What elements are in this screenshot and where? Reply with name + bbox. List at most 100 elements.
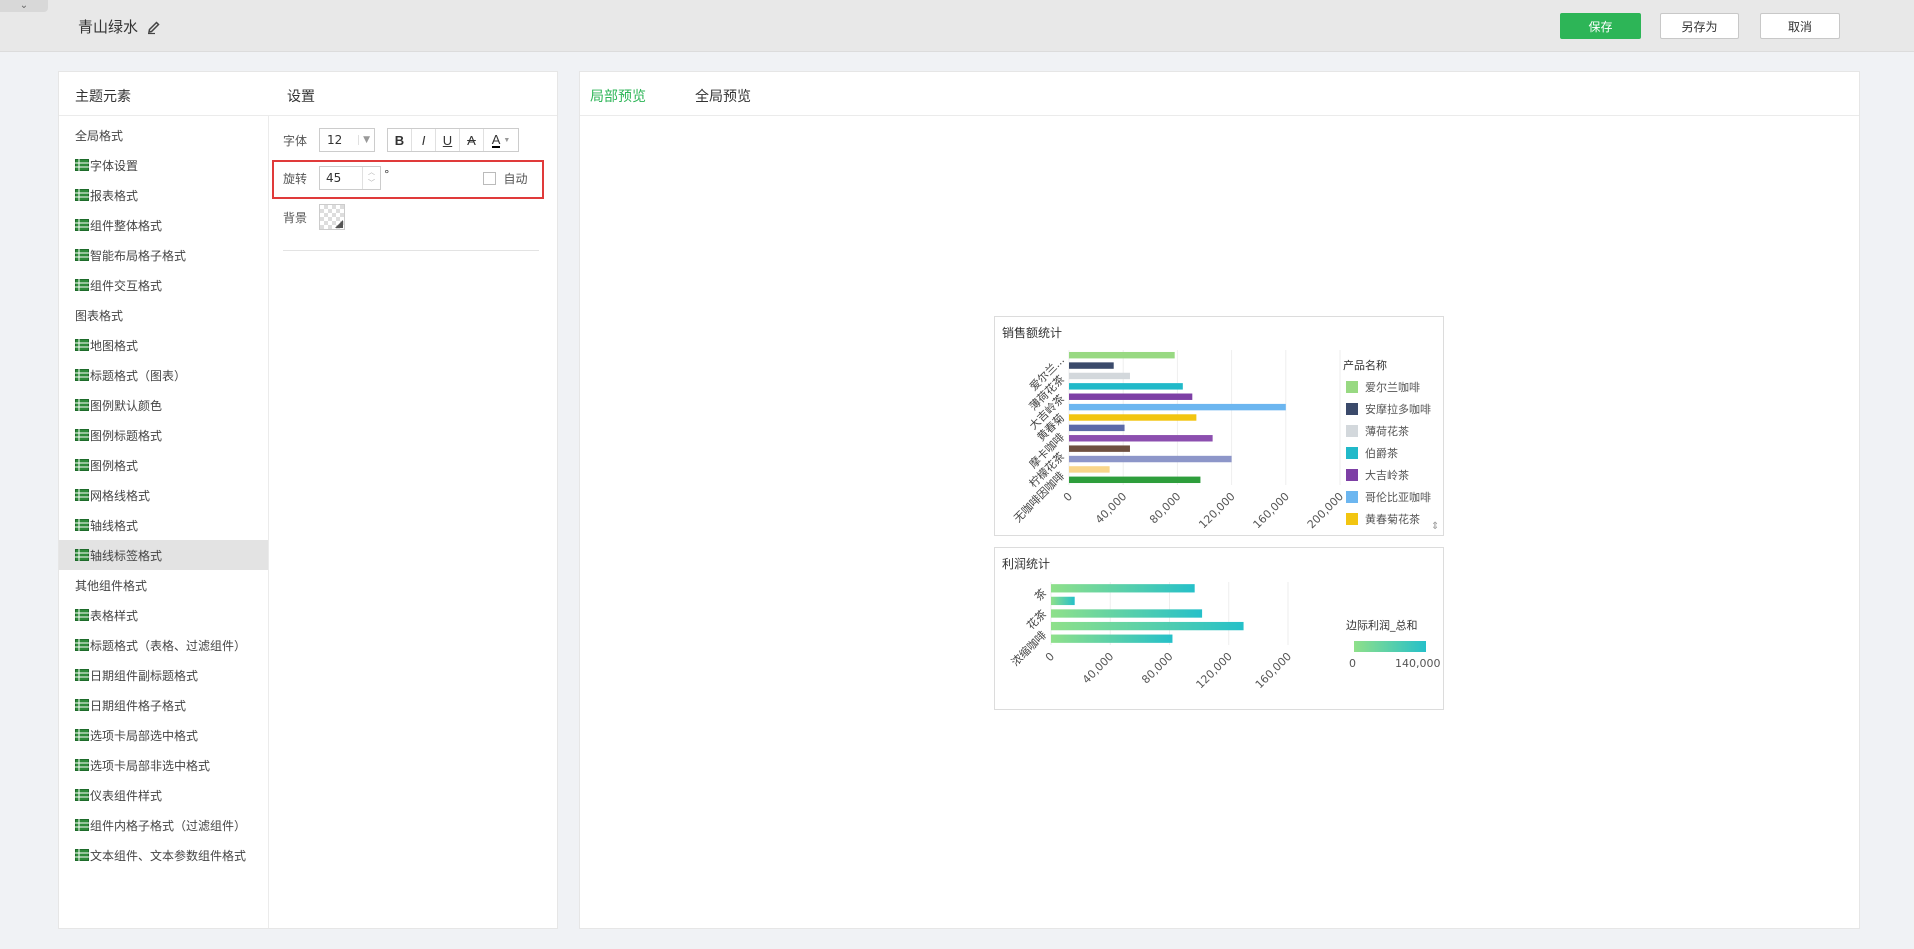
table-grid-icon bbox=[75, 279, 89, 291]
tree-item[interactable]: 仪表组件样式 bbox=[59, 780, 268, 810]
tab-local-preview[interactable]: 局部预览 bbox=[590, 86, 646, 106]
bold-button[interactable]: B bbox=[388, 129, 412, 151]
tree-group[interactable]: 其他组件格式 bbox=[59, 570, 268, 600]
tree-item[interactable]: 图例默认颜色 bbox=[59, 390, 268, 420]
tree-item-label: 组件交互格式 bbox=[90, 278, 163, 293]
tree-item-label: 组件内格子格式（过滤组件） bbox=[90, 818, 247, 833]
category-label: 花茶 bbox=[1024, 607, 1049, 632]
italic-button[interactable]: I bbox=[412, 129, 436, 151]
save-button[interactable]: 保存 bbox=[1560, 13, 1641, 39]
tree-item[interactable]: 标题格式（图表） bbox=[59, 360, 268, 390]
table-grid-icon bbox=[75, 459, 89, 471]
tree-item-label: 图例标题格式 bbox=[90, 428, 163, 443]
table-grid-icon bbox=[75, 549, 89, 561]
preview-tabs: 局部预览 全局预览 bbox=[580, 72, 1859, 116]
tree-item-label: 全局格式 bbox=[75, 128, 124, 143]
x-tick-label: 80,000 bbox=[1147, 490, 1183, 526]
table-grid-icon bbox=[75, 819, 89, 831]
tree-item-label: 报表格式 bbox=[90, 188, 139, 203]
cancel-button[interactable]: 取消 bbox=[1760, 13, 1840, 39]
bar bbox=[1051, 596, 1075, 606]
bar bbox=[1069, 476, 1201, 484]
font-color-button[interactable]: A ▼ bbox=[484, 129, 518, 151]
tree-item[interactable]: 文本组件、文本参数组件格式 bbox=[59, 840, 268, 870]
table-grid-icon bbox=[75, 789, 89, 801]
legend-min-label: 0 bbox=[1349, 657, 1356, 670]
legend-max-label: 140,000 bbox=[1395, 657, 1441, 670]
tree-item[interactable]: 图例格式 bbox=[59, 450, 268, 480]
legend-swatch bbox=[1346, 491, 1358, 503]
tab-global-preview[interactable]: 全局预览 bbox=[695, 86, 751, 106]
x-tick-label: 160,000 bbox=[1253, 650, 1294, 691]
bar bbox=[1051, 634, 1173, 643]
chevron-down-icon: ▼ bbox=[503, 136, 511, 144]
font-label: 字体 bbox=[283, 133, 308, 148]
tree-group[interactable]: 图表格式 bbox=[59, 300, 268, 330]
bar bbox=[1069, 403, 1286, 411]
tree-item[interactable]: 日期组件格子格式 bbox=[59, 690, 268, 720]
tree-item[interactable]: 日期组件副标题格式 bbox=[59, 660, 268, 690]
tree-item-label: 网格线格式 bbox=[90, 488, 151, 503]
tree-item-label: 轴线标签格式 bbox=[90, 548, 163, 563]
legend-swatch bbox=[1346, 447, 1358, 459]
bar bbox=[1051, 621, 1244, 631]
theme-editor-panel: 主题元素 设置 全局格式字体设置报表格式组件整体格式智能布局格子格式 组件交互格式… bbox=[58, 71, 558, 929]
tree-item[interactable]: 组件内格子格式（过滤组件） bbox=[59, 810, 268, 840]
tree-item[interactable]: 地图格式 bbox=[59, 330, 268, 360]
tree-item-label: 日期组件副标题格式 bbox=[90, 668, 199, 683]
tree-item[interactable]: 报表格式 bbox=[59, 180, 268, 210]
tree-group[interactable]: 全局格式 bbox=[59, 120, 268, 150]
table-grid-icon bbox=[75, 699, 89, 711]
tree-item[interactable]: 组件整体格式 bbox=[59, 210, 268, 240]
tree-item[interactable]: 轴线格式 bbox=[59, 510, 268, 540]
edit-pencil-icon[interactable] bbox=[146, 19, 162, 35]
tree-item[interactable]: 字体设置 bbox=[59, 150, 268, 180]
table-grid-icon bbox=[75, 159, 89, 171]
chart-title: 销售额统计 bbox=[1002, 325, 1062, 340]
table-grid-icon bbox=[75, 729, 89, 741]
tree-item-label: 标题格式（表格、过滤组件） bbox=[90, 638, 247, 653]
tree-item[interactable]: 标题格式（表格、过滤组件） bbox=[59, 630, 268, 660]
x-tick-label: 160,000 bbox=[1251, 490, 1292, 531]
bar bbox=[1069, 393, 1193, 400]
table-grid-icon bbox=[75, 399, 89, 411]
font-row: 字体 12 ▼ B I U A A ▼ bbox=[271, 128, 519, 152]
legend-label: 薄荷花茶 bbox=[1365, 424, 1409, 438]
x-tick-label: 120,000 bbox=[1196, 490, 1237, 531]
underline-button[interactable]: U bbox=[436, 129, 460, 151]
table-grid-icon bbox=[75, 519, 89, 531]
font-color-icon: A bbox=[491, 131, 501, 148]
tree-item[interactable]: 智能布局格子格式 bbox=[59, 240, 268, 270]
chevron-down-icon: ⌄ bbox=[19, 0, 29, 11]
background-row: 背景 bbox=[271, 204, 345, 230]
legend-label: 安摩拉多咖啡 bbox=[1365, 402, 1431, 416]
tree-item-label: 图例格式 bbox=[90, 458, 139, 473]
table-grid-icon bbox=[75, 369, 89, 381]
background-color-picker[interactable] bbox=[319, 204, 345, 230]
tree-item[interactable]: 组件交互格式 bbox=[59, 270, 268, 300]
table-grid-icon bbox=[75, 489, 89, 501]
bar bbox=[1051, 584, 1195, 593]
tree-item-label: 轴线格式 bbox=[90, 518, 139, 533]
theme-element-tree: 全局格式字体设置报表格式组件整体格式智能布局格子格式 组件交互格式图表格式地图格式… bbox=[59, 116, 269, 928]
tree-item[interactable]: 网格线格式 bbox=[59, 480, 268, 510]
background-label: 背景 bbox=[283, 210, 308, 225]
tree-item[interactable]: 表格样式 bbox=[59, 600, 268, 630]
tree-item-label: 智能布局格子格式 bbox=[90, 248, 187, 263]
theme-name: 青山绿水 bbox=[78, 18, 139, 36]
collapse-toggle[interactable]: ⌄ bbox=[0, 0, 48, 12]
settings-divider bbox=[283, 250, 539, 251]
tree-item-label: 图表格式 bbox=[75, 308, 124, 323]
top-toolbar: 青山绿水 保存 另存为 取消 bbox=[0, 0, 1914, 52]
strikethrough-button[interactable]: A bbox=[460, 129, 484, 151]
panel-header: 主题元素 设置 bbox=[59, 72, 557, 116]
tree-item[interactable]: 选项卡局部非选中格式 bbox=[59, 750, 268, 780]
tree-title: 主题元素 bbox=[75, 89, 131, 105]
save-as-button[interactable]: 另存为 bbox=[1660, 13, 1739, 39]
tree-item[interactable]: 轴线标签格式 bbox=[59, 540, 268, 570]
font-size-select[interactable]: 12 ▼ bbox=[319, 128, 375, 152]
tree-item[interactable]: 图例标题格式 bbox=[59, 420, 268, 450]
legend-label: 爱尔兰咖啡 bbox=[1365, 380, 1420, 394]
tree-item[interactable]: 选项卡局部选中格式 bbox=[59, 720, 268, 750]
x-tick-label: 40,000 bbox=[1080, 650, 1116, 686]
